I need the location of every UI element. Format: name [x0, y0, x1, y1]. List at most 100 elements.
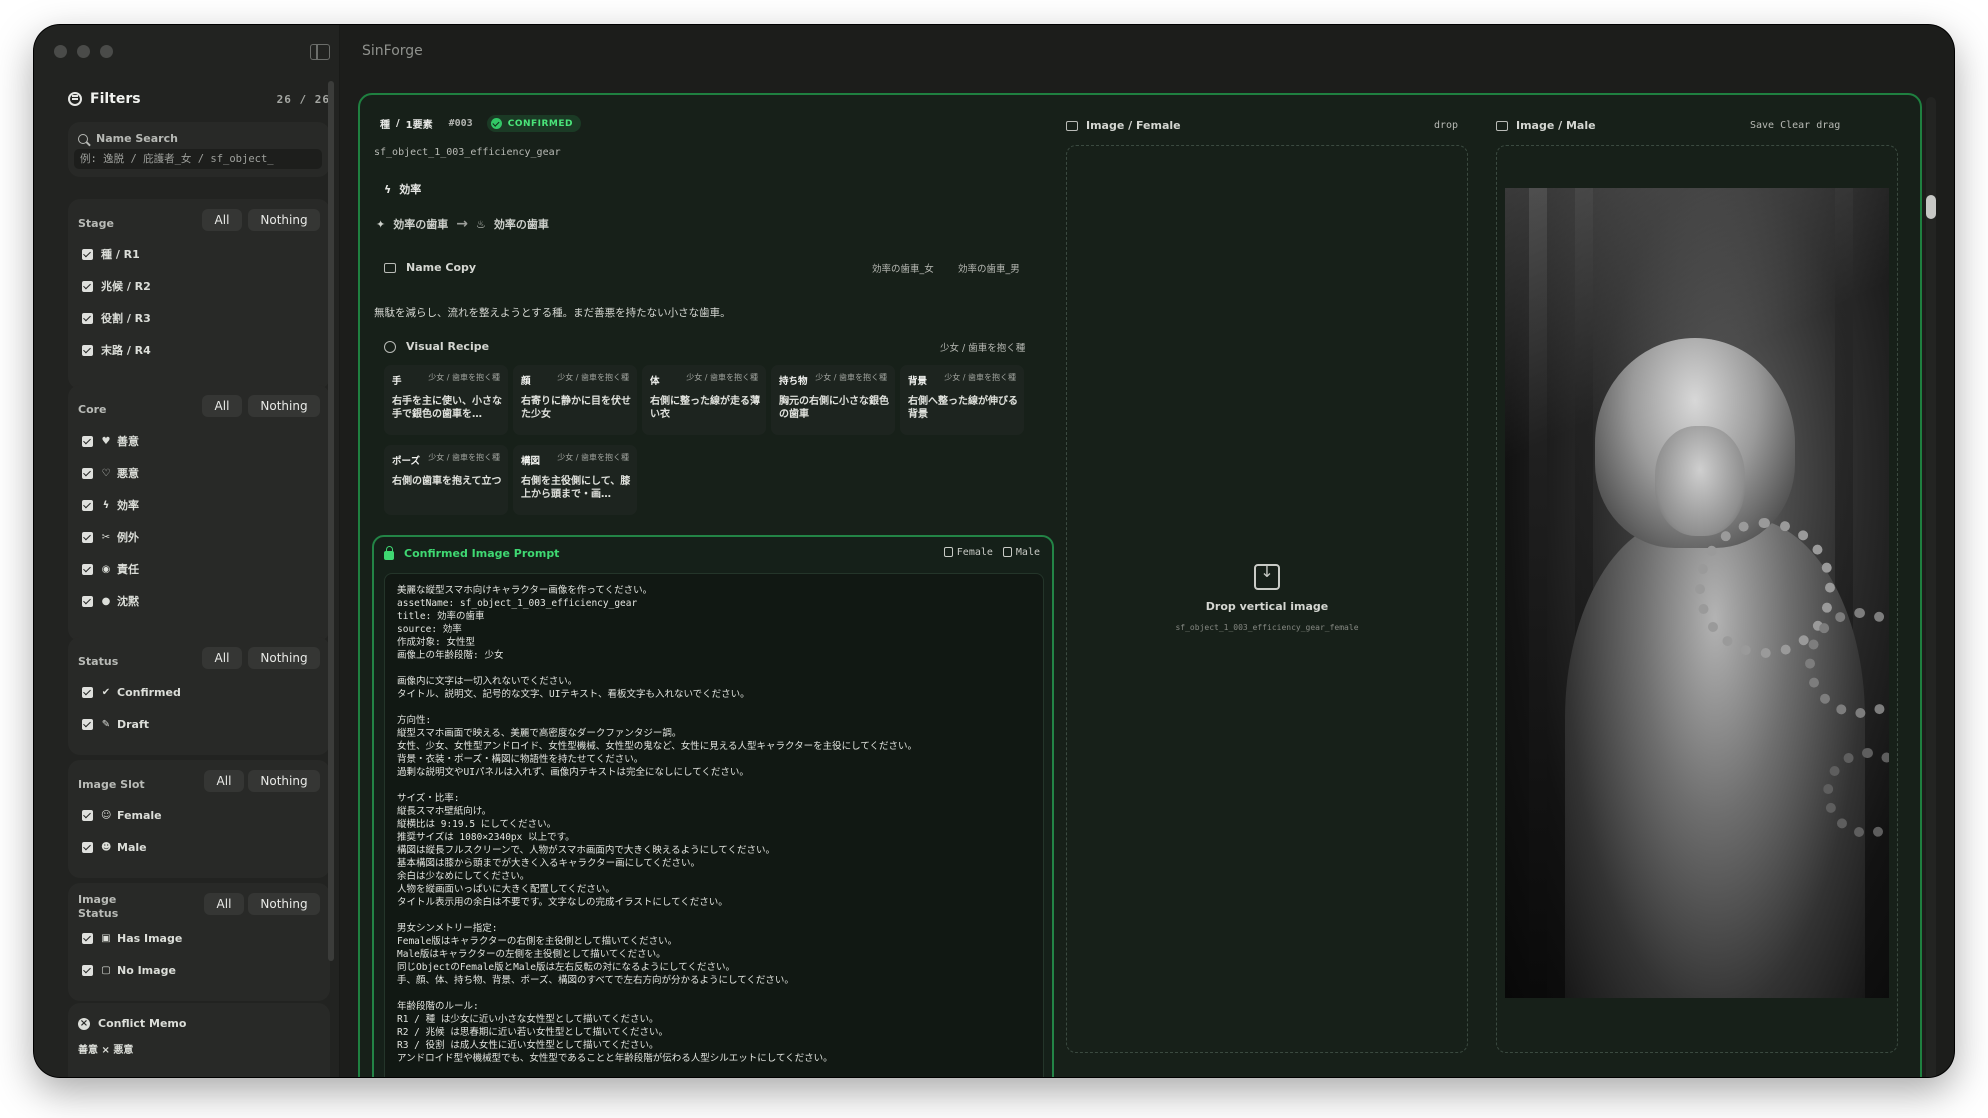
- filter-option-confirmed[interactable]: ✔ Confirmed: [82, 684, 181, 700]
- checkbox[interactable]: [82, 964, 93, 976]
- checkbox[interactable]: [82, 280, 93, 292]
- status-nothing-button[interactable]: Nothing: [248, 647, 320, 669]
- filter-option-female[interactable]: ☺ Female: [82, 807, 162, 823]
- visual-recipe-tag: 少女 / 歯車を抱く種: [940, 343, 1026, 354]
- group-label: Stage: [78, 217, 114, 230]
- minimize-window-button[interactable]: [77, 45, 90, 58]
- sidebar-toggle-icon[interactable]: [310, 44, 330, 60]
- arrow-right-icon: →: [456, 216, 468, 232]
- name-copy-male-chip[interactable]: 効率の歯車_男: [958, 261, 1020, 275]
- core-all-button[interactable]: All: [202, 395, 242, 417]
- person-icon: ◉: [101, 563, 111, 575]
- image-slot-all-button[interactable]: All: [204, 770, 244, 792]
- checkbox[interactable]: [82, 312, 93, 324]
- filter-option-core-chinmoku[interactable]: ● 沈黙: [82, 593, 139, 609]
- breadcrumb-elements[interactable]: 1要素: [406, 116, 433, 131]
- conflict-memo: × Conflict Memo 善意 × 悪意: [68, 1003, 330, 1077]
- pencil-icon: ✎: [101, 718, 111, 730]
- dropzone-content: Drop vertical image sf_object_1_003_effi…: [1067, 562, 1467, 632]
- stage-nothing-button[interactable]: Nothing: [248, 209, 320, 231]
- heart-icon: ♥: [101, 435, 111, 447]
- filter-option-has-image[interactable]: ▣ Has Image: [82, 930, 182, 946]
- confirmed-prompt-panel: Confirmed Image Prompt Female Male 美麗な縦型…: [372, 535, 1054, 1077]
- item-number: #003: [448, 118, 473, 129]
- checkbox[interactable]: [82, 563, 93, 575]
- group-label: Core: [78, 403, 107, 416]
- checkbox[interactable]: [82, 809, 93, 821]
- image-male-actions[interactable]: Save Clear drag: [1750, 120, 1840, 131]
- prompt-header: Confirmed Image Prompt: [384, 546, 559, 560]
- zoom-window-button[interactable]: [100, 45, 113, 58]
- checkbox[interactable]: [82, 499, 93, 511]
- filter-option-stage-r2[interactable]: 兆候 / R2: [82, 278, 151, 294]
- name-search-input[interactable]: [74, 149, 322, 169]
- filter-group-image-status: Image Status All Nothing ▣ Has Image ▢ No …: [68, 883, 330, 1001]
- filter-option-core-akui[interactable]: ♡ 悪意: [82, 465, 139, 481]
- checkbox[interactable]: [82, 467, 93, 479]
- filter-option-draft[interactable]: ✎ Draft: [82, 716, 149, 732]
- image-status-all-button[interactable]: All: [204, 893, 244, 915]
- main-scrollbar[interactable]: [1926, 97, 1936, 1077]
- prompt-textarea[interactable]: 美麗な縦型スマホ向けキャラクター画像を作ってください。 assetName: s…: [384, 573, 1044, 1077]
- image-male-slot[interactable]: [1496, 145, 1898, 1053]
- breadcrumb-stage[interactable]: 種: [380, 116, 390, 131]
- checkbox[interactable]: [82, 932, 93, 944]
- app-window: Filters 26 / 26 Name Search Stage All No…: [34, 25, 1954, 1077]
- filter-option-stage-r3[interactable]: 役割 / R3: [82, 310, 151, 326]
- recipe-card-composition: 構図 少女 / 歯車を抱く種 右側を主役側にして、膝上から頭まで・画…: [513, 445, 637, 515]
- filter-option-male[interactable]: ☻ Male: [82, 839, 147, 855]
- title-male: 効率の歯車: [493, 218, 549, 231]
- checkbox[interactable]: [82, 344, 93, 356]
- flame-icon: ♨: [475, 217, 486, 231]
- search-icon: [78, 133, 88, 144]
- checkbox[interactable]: [82, 718, 93, 730]
- sidebar-scrollbar[interactable]: [328, 81, 334, 961]
- scrollbar-thumb[interactable]: [1926, 195, 1936, 219]
- image-female-dropzone[interactable]: Drop vertical image sf_object_1_003_effi…: [1066, 145, 1468, 1053]
- filter-option-core-zeni[interactable]: ♥ 善意: [82, 433, 139, 449]
- checkbox[interactable]: [82, 435, 93, 447]
- asset-name: sf_object_1_003_efficiency_gear: [374, 147, 561, 158]
- image-status-nothing-button[interactable]: Nothing: [248, 893, 320, 915]
- core-label: ϟ 効率: [384, 183, 422, 196]
- prompt-copy-buttons: Female Male: [943, 547, 1040, 558]
- conflict-pair: 善意 × 悪意: [78, 1045, 134, 1056]
- filter-option-stage-r4[interactable]: 末路 / R4: [82, 342, 151, 358]
- list-icon: [384, 262, 396, 273]
- checkbox[interactable]: [82, 841, 93, 853]
- checkbox[interactable]: [82, 531, 93, 543]
- close-circle-icon: ×: [78, 1017, 90, 1030]
- filter-option-core-kouritsu[interactable]: ϟ 効率: [82, 497, 139, 513]
- check-circle-icon: [490, 118, 502, 129]
- name-search-card: Name Search: [68, 122, 330, 177]
- recipe-card-pose: ポーズ 少女 / 歯車を抱く種 右側の歯車を抱えて立つ: [384, 445, 508, 515]
- filter-option-stage-r1[interactable]: 種 / R1: [82, 246, 140, 262]
- status-all-button[interactable]: All: [202, 647, 242, 669]
- core-nothing-button[interactable]: Nothing: [248, 395, 320, 417]
- broken-heart-icon: ♡: [101, 467, 111, 479]
- name-copy-female-chip[interactable]: 効率の歯車_女: [872, 261, 934, 275]
- scissors-icon: ✂: [101, 531, 111, 543]
- image-female-drop-action[interactable]: drop: [1434, 120, 1458, 131]
- app-title: SinForge: [362, 43, 423, 59]
- drop-title: Drop vertical image: [1205, 600, 1329, 613]
- sidebar: Filters 26 / 26 Name Search Stage All No…: [34, 25, 340, 1077]
- filter-option-core-reigai[interactable]: ✂ 例外: [82, 529, 139, 545]
- title-flow: ✦ 効率の歯車 → ♨ 効率の歯車: [376, 216, 549, 232]
- image-slot-nothing-button[interactable]: Nothing: [248, 770, 320, 792]
- filter-option-no-image[interactable]: ▢ No Image: [82, 962, 176, 978]
- window-controls: [54, 45, 113, 58]
- breadcrumb-separator: /: [396, 118, 400, 129]
- checkbox[interactable]: [82, 248, 93, 260]
- checkbox[interactable]: [82, 686, 93, 698]
- sparkle-icon: ✦: [376, 217, 386, 231]
- checkbox[interactable]: [82, 595, 93, 607]
- recipe-card-face: 顔少女 / 歯車を抱く種 右寄りに静かに目を伏せた少女: [513, 365, 637, 435]
- name-search-label: Name Search: [78, 132, 178, 145]
- filter-option-core-sekinin[interactable]: ◉ 責任: [82, 561, 139, 577]
- stage-all-button[interactable]: All: [202, 209, 242, 231]
- copy-female-button[interactable]: Female: [943, 547, 993, 558]
- copy-male-button[interactable]: Male: [1002, 547, 1040, 558]
- visual-recipe-header: Visual Recipe: [384, 340, 489, 353]
- close-window-button[interactable]: [54, 45, 67, 58]
